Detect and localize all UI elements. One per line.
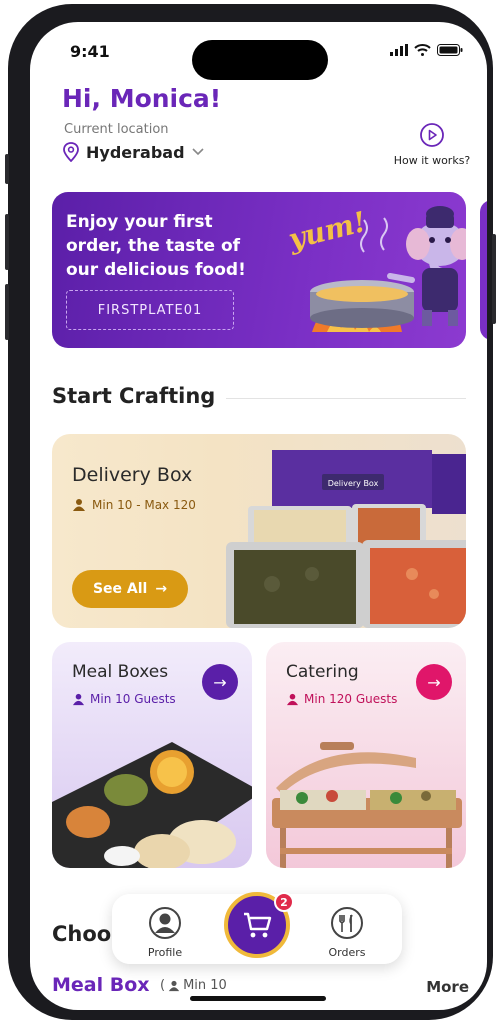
nav-orders[interactable]: Orders — [312, 906, 382, 959]
meal-box-min-chip: ( Min 10 — [160, 978, 227, 993]
mute-switch — [5, 154, 9, 184]
arrow-right-icon: → — [427, 672, 441, 692]
meal-boxes-arrow-button[interactable]: → — [202, 664, 238, 700]
see-all-button[interactable]: See All → — [72, 570, 188, 608]
cooking-mascot-illustration — [310, 206, 466, 332]
cart-icon — [244, 912, 272, 938]
person-icon — [168, 980, 180, 991]
play-circle-icon — [420, 123, 444, 147]
app-screen: 9:41 Hi, Monica! Current location Hydera… — [30, 22, 487, 1010]
arrow-right-icon: → — [155, 581, 168, 597]
coupon-code[interactable]: FIRSTPLATE01 — [66, 290, 234, 330]
battery-icon — [437, 44, 463, 56]
delivery-box-title: Delivery Box — [72, 464, 193, 486]
how-it-works-label: How it works? — [393, 154, 471, 167]
location-pin-icon — [63, 142, 79, 162]
see-all-label: See All — [92, 581, 148, 597]
dynamic-island — [192, 40, 328, 80]
meal-box-food-image — [52, 742, 252, 868]
more-link[interactable]: More — [426, 978, 469, 996]
fork-knife-icon — [331, 907, 363, 939]
delivery-box-subtitle: Min 10 - Max 120 — [72, 498, 196, 512]
section-divider — [226, 398, 466, 399]
wifi-icon — [414, 44, 431, 56]
promo-banner[interactable]: Enjoy your first order, the taste of our… — [52, 192, 466, 348]
cart-count-badge: 2 — [274, 892, 294, 912]
nav-profile-label: Profile — [147, 946, 183, 959]
location-selector[interactable]: Hyderabad — [62, 142, 205, 162]
person-icon — [73, 499, 85, 511]
person-icon — [286, 693, 299, 705]
catering-arrow-button[interactable]: → — [416, 664, 452, 700]
catering-chafing-dish-image — [272, 742, 462, 868]
promo-text: Enjoy your first order, the taste of our… — [66, 212, 246, 280]
tab-meal-box[interactable]: Meal Box — [52, 974, 150, 996]
person-icon — [72, 693, 85, 705]
meal-boxes-subtitle: Min 10 Guests — [72, 692, 176, 706]
profile-icon — [149, 907, 181, 939]
chevron-down-icon — [191, 148, 204, 156]
volume-down-button — [5, 284, 9, 340]
status-time: 9:41 — [70, 42, 110, 61]
meal-boxes-card[interactable]: Meal Boxes Min 10 Guests → — [52, 642, 252, 868]
meal-boxes-min-guests: Min 10 Guests — [90, 692, 176, 706]
how-it-works-button[interactable]: How it works? — [387, 122, 477, 167]
nav-profile[interactable]: Profile — [130, 906, 200, 959]
meal-boxes-title: Meal Boxes — [72, 662, 169, 682]
volume-up-button — [5, 214, 9, 270]
meal-box-min-label: Min 10 — [183, 978, 227, 993]
nav-orders-label: Orders — [328, 946, 366, 959]
home-indicator — [190, 996, 326, 1001]
box-label: Delivery Box — [328, 479, 379, 488]
arrow-right-icon: → — [213, 672, 227, 692]
location-label: Current location — [64, 122, 169, 137]
section-title-choose: Choo — [52, 922, 112, 946]
location-city: Hyderabad — [86, 142, 185, 162]
catering-min-guests: Min 120 Guests — [304, 692, 398, 706]
delivery-box-card[interactable]: Delivery Box Min 10 - Max 120 See All → … — [52, 434, 466, 628]
next-banner-peek[interactable] — [480, 200, 487, 340]
catering-subtitle: Min 120 Guests — [286, 692, 397, 706]
phone-frame: 9:41 Hi, Monica! Current location Hydera… — [5, 4, 496, 1020]
delivery-box-food-image: Delivery Box — [226, 450, 466, 628]
catering-card[interactable]: Catering Min 120 Guests → — [266, 642, 466, 868]
power-button — [492, 234, 496, 324]
signal-icon — [390, 44, 408, 56]
delivery-box-min-max: Min 10 - Max 120 — [92, 498, 196, 512]
greeting-title: Hi, Monica! — [62, 84, 222, 113]
section-title-start-crafting: Start Crafting — [52, 384, 216, 408]
paren-open: ( — [160, 978, 166, 993]
catering-title: Catering — [286, 662, 359, 682]
status-icons — [390, 44, 463, 56]
